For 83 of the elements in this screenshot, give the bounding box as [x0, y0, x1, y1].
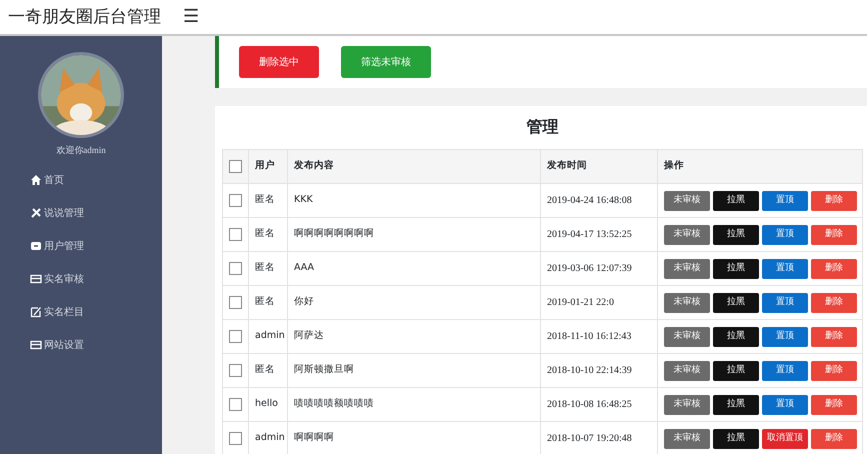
delete-button[interactable]: 删除 — [811, 258, 857, 278]
block-button[interactable]: 拉黑 — [713, 394, 759, 414]
review-status-button[interactable]: 未审核 — [664, 190, 710, 210]
table-cell: admin — [248, 320, 288, 354]
delete-button[interactable]: 删除 — [811, 360, 857, 380]
table-cell: 2018-10-08 16:48:25 — [540, 388, 658, 422]
row-checkbox[interactable] — [229, 364, 242, 377]
review-status-button[interactable]: 未审核 — [664, 292, 710, 312]
block-button[interactable]: 拉黑 — [713, 190, 759, 210]
site-title: 一奇朋友圈后台管理 — [8, 6, 161, 28]
review-status-button[interactable]: 未审核 — [664, 258, 710, 278]
row-checkbox[interactable] — [229, 432, 242, 445]
review-status-button[interactable]: 未审核 — [664, 428, 710, 448]
delete-button[interactable]: 删除 — [811, 428, 857, 448]
block-button[interactable]: 拉黑 — [713, 258, 759, 278]
panel-title: 管理 — [526, 118, 560, 138]
chat-icon — [30, 240, 42, 252]
table-cell: 匿名 — [248, 218, 288, 252]
menu-icon[interactable]: ☰ — [183, 8, 200, 26]
card-icon — [30, 273, 42, 285]
table-cell: 阿斯顿撒旦啊 — [288, 354, 540, 388]
block-button[interactable]: 拉黑 — [713, 360, 759, 380]
table-cell: 啧啧啧啧额啧啧啧 — [288, 388, 540, 422]
pin-button[interactable]: 置顶 — [762, 360, 808, 380]
table-cell: 2019-01-21 22:0 — [540, 286, 658, 320]
sidebar-item[interactable]: 首页 — [30, 164, 162, 196]
sidebar-item[interactable]: 用户管理 — [30, 230, 162, 262]
delete-button[interactable]: 删除 — [811, 292, 857, 312]
table-cell: 匿名 — [248, 354, 288, 388]
delete-button[interactable]: 删除 — [811, 190, 857, 210]
sidebar-item[interactable]: 实名栏目 — [30, 296, 162, 328]
pin-button[interactable]: 置顶 — [762, 258, 808, 278]
column-header: 用户 — [248, 150, 288, 184]
home-icon — [30, 174, 42, 186]
table-cell: 2019-04-24 16:48:08 — [540, 184, 658, 218]
delete-button[interactable]: 删除 — [811, 224, 857, 244]
block-button[interactable]: 拉黑 — [713, 224, 759, 244]
welcome-text: 欢迎你admin — [56, 144, 106, 157]
pin-button[interactable]: 取消置顶 — [762, 428, 808, 448]
table-cell: 匿名 — [248, 184, 288, 218]
review-status-button[interactable]: 未审核 — [664, 360, 710, 380]
review-status-button[interactable]: 未审核 — [664, 326, 710, 346]
table-cell: 匿名 — [248, 252, 288, 286]
table-cell: 2019-03-06 12:07:39 — [540, 252, 658, 286]
table-cell: 2019-04-17 13:52:25 — [540, 218, 658, 252]
review-status-button[interactable]: 未审核 — [664, 394, 710, 414]
row-checkbox[interactable] — [229, 330, 242, 343]
column-header: 操作 — [658, 150, 862, 184]
table-cell: 2018-10-10 22:14:39 — [540, 354, 658, 388]
block-button[interactable]: 拉黑 — [713, 326, 759, 346]
delete-selected-button[interactable]: 删除选中 — [239, 46, 319, 78]
column-header: 发布内容 — [288, 150, 540, 184]
row-checkbox[interactable] — [229, 398, 242, 411]
table-cell: 2018-11-10 16:12:43 — [540, 320, 658, 354]
row-checkbox[interactable] — [229, 228, 242, 241]
row-checkbox[interactable] — [229, 262, 242, 275]
row-checkbox[interactable] — [229, 194, 242, 207]
sidebar-item[interactable]: 网站设置 — [30, 328, 162, 362]
review-status-button[interactable]: 未审核 — [664, 224, 710, 244]
edit-icon — [30, 306, 42, 318]
table-cell: 啊啊啊啊啊啊啊啊 — [288, 218, 540, 252]
select-all-checkbox[interactable] — [229, 160, 242, 173]
table-cell: KKK — [288, 184, 540, 218]
column-header: 发布时间 — [540, 150, 658, 184]
sidebar-item[interactable]: 说说管理 — [30, 196, 162, 230]
filter-button[interactable]: 筛选未审核 — [341, 46, 431, 78]
table-cell: 匿名 — [248, 286, 288, 320]
pin-button[interactable]: 置顶 — [762, 292, 808, 312]
pin-button[interactable]: 置顶 — [762, 224, 808, 244]
table-cell: AAA — [288, 252, 540, 286]
pin-button[interactable]: 置顶 — [762, 326, 808, 346]
table-cell: 你好 — [288, 286, 540, 320]
delete-button[interactable]: 删除 — [811, 326, 857, 346]
delete-button[interactable]: 删除 — [811, 394, 857, 414]
table-cell: hello — [248, 388, 288, 422]
table-cell: 阿萨达 — [288, 320, 540, 354]
row-checkbox[interactable] — [229, 296, 242, 309]
sidebar-item[interactable]: 实名审核 — [30, 262, 162, 296]
card-icon — [30, 339, 42, 351]
block-button[interactable]: 拉黑 — [713, 292, 759, 312]
block-button[interactable]: 拉黑 — [713, 428, 759, 448]
pin-button[interactable]: 置顶 — [762, 394, 808, 414]
pin-button[interactable]: 置顶 — [762, 190, 808, 210]
